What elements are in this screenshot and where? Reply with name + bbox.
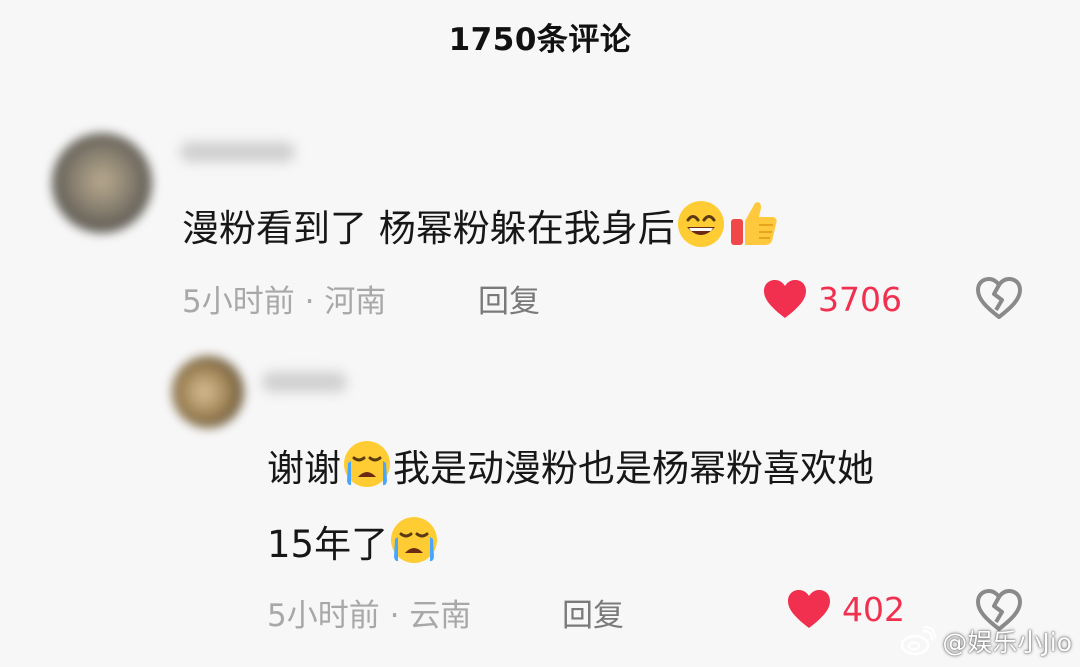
avatar[interactable]	[52, 133, 152, 233]
thumbs-up-emoji	[728, 197, 780, 273]
watermark: @娱乐小Jio	[900, 623, 1072, 659]
comment-text: 漫粉看到了 杨幂粉躲在我身后	[182, 192, 781, 273]
username-blurred[interactable]	[262, 372, 347, 392]
avatar[interactable]	[172, 356, 244, 428]
like-count: 402	[842, 589, 905, 629]
like-button[interactable]: 402	[786, 588, 905, 630]
heart-icon	[764, 280, 806, 318]
broken-heart-icon	[976, 277, 1022, 319]
weibo-logo-icon	[901, 626, 937, 656]
comment-text: 谢谢 我是动漫粉也是杨幂粉喜欢她 15年了	[267, 432, 874, 584]
comment-meta: 5小时前 · 云南	[267, 598, 472, 634]
comment-meta: 5小时前 · 河南	[182, 284, 387, 320]
like-button[interactable]: 3706	[762, 278, 902, 320]
heart-icon	[788, 590, 830, 628]
grin-emoji	[676, 199, 726, 273]
crying-emoji	[389, 515, 439, 589]
like-count: 3706	[818, 279, 902, 319]
dislike-button[interactable]	[975, 276, 1023, 324]
crying-emoji	[342, 439, 392, 513]
comment-count-title: 1750条评论	[448, 22, 632, 58]
username-blurred[interactable]	[180, 142, 295, 162]
reply-button[interactable]: 回复	[562, 590, 624, 635]
reply-button[interactable]: 回复	[478, 276, 540, 321]
